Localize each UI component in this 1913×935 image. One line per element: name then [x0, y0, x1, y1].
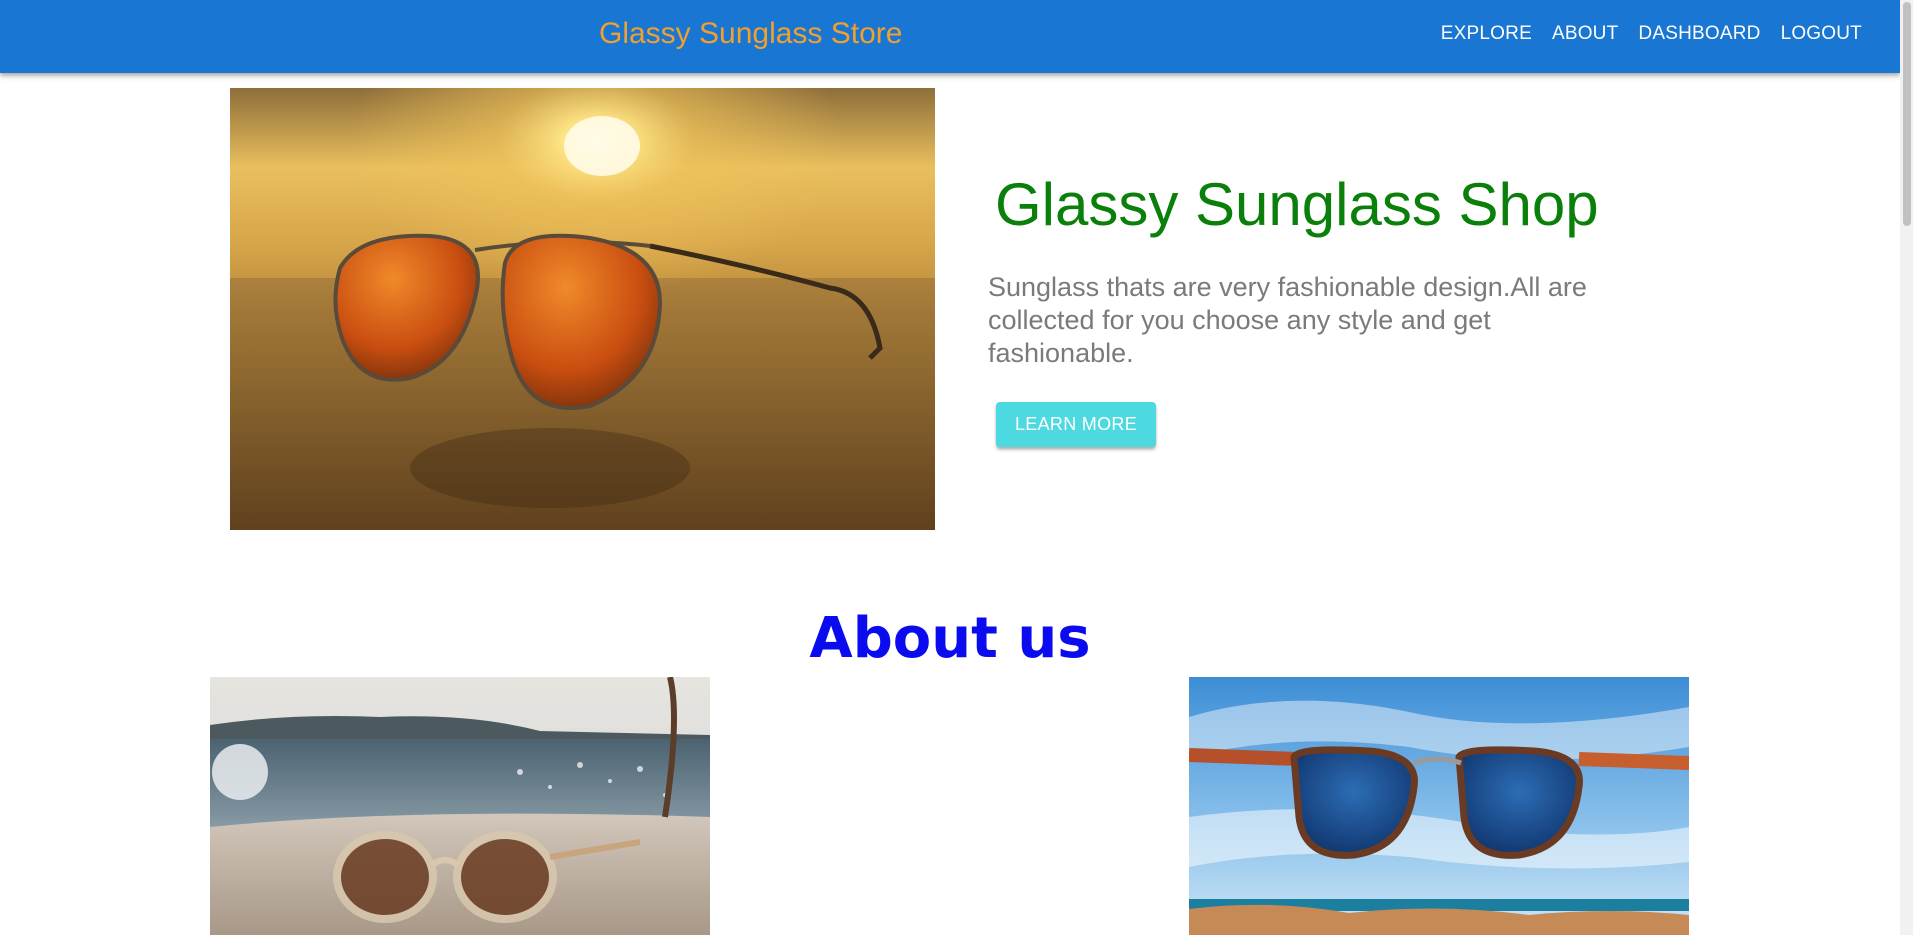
vertical-scrollbar[interactable]	[1900, 0, 1913, 935]
scrollbar-thumb[interactable]	[1903, 2, 1911, 226]
hero-description: Sunglass thats are very fashionable desi…	[988, 272, 1587, 368]
hero-image	[230, 88, 935, 530]
nav-explore[interactable]: EXPLORE	[1441, 20, 1532, 48]
brand-title[interactable]: Glassy Sunglass Store	[599, 16, 902, 52]
learn-more-button[interactable]: LEARN MORE	[996, 402, 1156, 447]
about-image-right	[1189, 677, 1689, 935]
about-title: About us	[809, 606, 1091, 671]
nav-logout[interactable]: LOGOUT	[1781, 20, 1862, 48]
page: Glassy Sunglass Store EXPLORE ABOUT DASH…	[0, 0, 1913, 935]
app-bar: Glassy Sunglass Store EXPLORE ABOUT DASH…	[0, 0, 1900, 73]
about-image-left	[210, 677, 710, 935]
hero-title: Glassy Sunglass Shop	[995, 171, 1599, 238]
main-nav: EXPLORE ABOUT DASHBOARD LOGOUT	[1441, 20, 1862, 48]
nav-dashboard[interactable]: DASHBOARD	[1638, 20, 1760, 48]
nav-about[interactable]: ABOUT	[1552, 20, 1618, 48]
